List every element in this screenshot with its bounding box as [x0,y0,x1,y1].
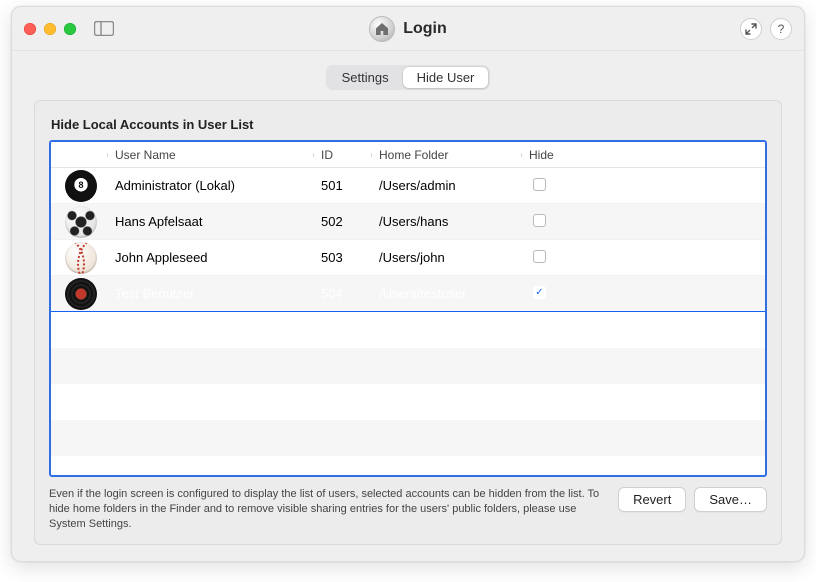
cell-home: /Users/admin [371,178,521,193]
hide-checkbox[interactable] [533,250,546,263]
arrows-in-icon [745,23,757,35]
user-avatar [65,206,97,238]
tab-hide-user[interactable]: Hide User [403,67,489,88]
user-avatar [65,170,97,202]
cell-username: Test Benutzer [107,286,313,301]
footer: Even if the login screen is configured t… [49,487,767,532]
app-icon [369,16,395,42]
table-row[interactable]: Hans Apfelsaat502/Users/hans [51,204,765,240]
cell-username: Administrator (Lokal) [107,178,313,193]
segmented-control: Settings Hide User [326,65,491,90]
table-row[interactable]: Test Benutzer504/Users/testuser [51,276,765,312]
table-body: Administrator (Lokal)501/Users/adminHans… [51,168,765,475]
hide-checkbox[interactable] [533,286,546,299]
section-title: Hide Local Accounts in User List [51,117,767,132]
column-header-home[interactable]: Home Folder [371,148,521,162]
cell-id: 503 [313,250,371,265]
cell-home: /Users/john [371,250,521,265]
cell-id: 504 [313,286,371,301]
cell-home: /Users/hans [371,214,521,229]
window-title-area: Login [12,16,804,42]
tab-settings[interactable]: Settings [328,67,403,88]
window-controls [24,23,76,35]
help-button[interactable]: ? [770,18,792,40]
revert-button[interactable]: Revert [618,487,686,512]
footer-note: Even if the login screen is configured t… [49,487,606,532]
titlebar: Login ? [12,7,804,51]
question-mark-icon: ? [778,22,785,36]
cell-id: 502 [313,214,371,229]
sidebar-icon [94,21,114,36]
table-header: User Name ID Home Folder Hide [51,142,765,168]
zoom-window-button[interactable] [64,23,76,35]
collapse-button[interactable] [740,18,762,40]
column-header-id[interactable]: ID [313,148,371,162]
cell-username: Hans Apfelsaat [107,214,313,229]
sidebar-toggle-button[interactable] [94,21,114,36]
window-title: Login [403,20,447,38]
column-header-username[interactable]: User Name [107,148,313,162]
hide-checkbox[interactable] [533,214,546,227]
close-window-button[interactable] [24,23,36,35]
minimize-window-button[interactable] [44,23,56,35]
users-table: User Name ID Home Folder Hide Administra… [49,140,767,477]
column-header-hide[interactable]: Hide [521,148,565,162]
content-card: Hide Local Accounts in User List User Na… [34,100,782,545]
cell-home: /Users/testuser [371,286,521,301]
table-row[interactable]: Administrator (Lokal)501/Users/admin [51,168,765,204]
user-avatar [65,242,97,274]
cell-id: 501 [313,178,371,193]
cell-username: John Appleseed [107,250,313,265]
app-window: Login ? Settings Hide User Hide Local Ac… [11,6,805,562]
tab-bar: Settings Hide User [12,51,804,100]
home-icon [374,21,390,37]
save-button[interactable]: Save… [694,487,767,512]
hide-checkbox[interactable] [533,178,546,191]
user-avatar [65,278,97,310]
table-row[interactable]: John Appleseed503/Users/john [51,240,765,276]
